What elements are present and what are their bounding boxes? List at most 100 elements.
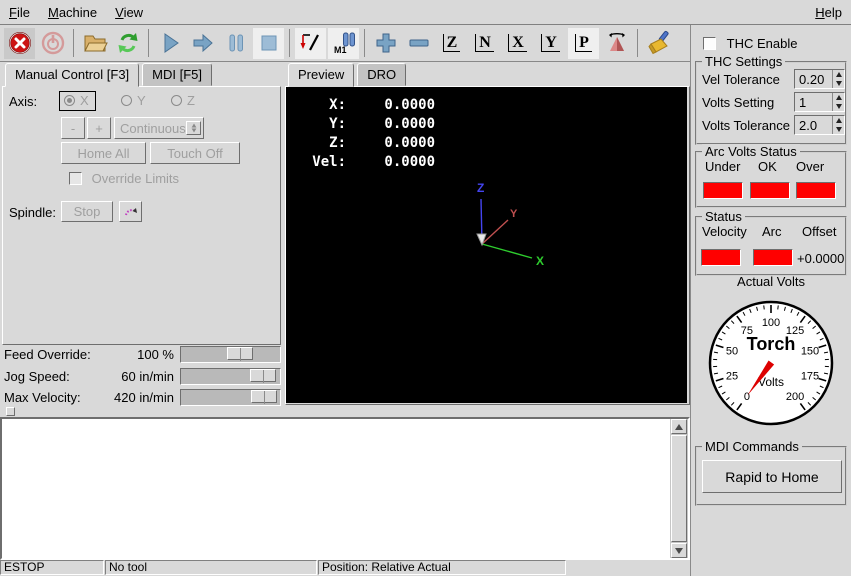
view-y-button[interactable]: Y [535, 28, 566, 59]
axis-radio-z[interactable]: Z [171, 93, 195, 108]
spindle-stop-button[interactable]: Stop [61, 201, 113, 222]
preview-canvas[interactable]: X:0.0000 Y:0.0000 Z:0.0000 Vel:0.0000 Z … [286, 87, 687, 403]
view-x-button[interactable]: X [502, 28, 533, 59]
mdi-commands-title: MDI Commands [702, 439, 802, 454]
max-velocity-slider[interactable] [180, 389, 281, 406]
scrollbar-up-button[interactable] [671, 419, 687, 434]
menu-file[interactable]: File [0, 2, 39, 23]
console-scrollbar[interactable] [670, 419, 688, 558]
toolbar-separator [73, 29, 74, 57]
pause-button[interactable] [220, 28, 251, 59]
step-button[interactable] [187, 28, 218, 59]
spinner-arrows-icon[interactable] [832, 116, 844, 134]
menu-machine[interactable]: Machine [39, 2, 106, 23]
touch-off-button[interactable]: Touch Off [150, 142, 240, 164]
status-title: Status [702, 209, 745, 224]
svg-text:75: 75 [741, 325, 753, 337]
rotate-view-button[interactable] [601, 28, 632, 59]
vel-tolerance-spinbox[interactable]: 0.20 [794, 69, 845, 89]
jog-plus-button[interactable]: + [87, 117, 111, 139]
view-z-icon: Z [443, 34, 461, 52]
jog-minus-button[interactable]: - [61, 117, 85, 139]
velocity-indicator [701, 249, 741, 266]
svg-text:100: 100 [762, 317, 780, 329]
block-delete-toggle[interactable] [295, 28, 326, 59]
spindle-brake-button[interactable] [119, 201, 142, 222]
toolbar-separator [364, 29, 365, 57]
open-file-button[interactable] [79, 28, 110, 59]
feed-override-slider[interactable] [180, 346, 281, 363]
max-velocity-row: Max Velocity: 420 in/min [0, 389, 283, 407]
jog-mode-select[interactable]: Continuous [114, 117, 204, 139]
scrollbar-down-button[interactable] [671, 543, 687, 558]
volts-setting-spinbox[interactable]: 1 [794, 92, 845, 112]
max-velocity-label: Max Velocity: [4, 390, 81, 405]
view-z-button[interactable]: Z [436, 28, 467, 59]
reload-file-button[interactable] [112, 28, 143, 59]
axis-radio-y[interactable]: Y [121, 93, 146, 108]
clear-plot-button[interactable] [643, 28, 674, 59]
tab-mdi[interactable]: MDI [F5] [142, 63, 212, 86]
ok-label: OK [758, 159, 777, 174]
scrollbar-thumb[interactable] [671, 435, 687, 542]
machine-power-button[interactable] [37, 28, 68, 59]
spinner-arrows-icon[interactable] [832, 70, 844, 88]
axis-label: Axis: [9, 94, 37, 109]
zoom-out-button[interactable] [403, 28, 434, 59]
ok-indicator [750, 182, 790, 199]
toolbar-separator [637, 29, 638, 57]
vel-tolerance-label: Vel Tolerance [702, 72, 780, 87]
view-z2-button[interactable]: N [469, 28, 500, 59]
reload-icon [115, 30, 141, 56]
run-icon [157, 30, 183, 56]
under-indicator [703, 182, 743, 199]
svg-text:200: 200 [786, 391, 804, 403]
rotate-view-icon [604, 30, 630, 56]
pane-sash-grip[interactable] [6, 407, 15, 416]
tab-preview[interactable]: Preview [288, 63, 354, 87]
rapid-to-home-button[interactable]: Rapid to Home [702, 460, 842, 493]
override-limits-indicator [69, 172, 82, 185]
preview-notebook: Preview DRO X:0.0000 Y:0.0000 Z:0.0000 V… [285, 63, 690, 405]
pause-icon [223, 30, 249, 56]
combobox-arrow-icon [186, 121, 201, 135]
zoom-in-button[interactable] [370, 28, 401, 59]
max-velocity-handle[interactable] [251, 390, 277, 403]
optional-stop-icon: M1 [331, 30, 357, 56]
jog-speed-handle[interactable] [250, 369, 276, 382]
optional-stop-toggle[interactable]: M1 [328, 28, 359, 59]
thc-enable-checkbox[interactable]: THC Enable [703, 36, 797, 51]
radio-z-indicator [171, 95, 182, 106]
jog-speed-slider[interactable] [180, 368, 281, 385]
console-text-area[interactable] [2, 419, 670, 558]
actual-volts-label: Actual Volts [691, 274, 851, 289]
offset-value: +0.0000 [797, 251, 844, 266]
max-velocity-value: 420 in/min [88, 390, 174, 405]
feed-override-value: 100 % [88, 347, 174, 362]
spindle-brake-icon [123, 204, 139, 220]
svg-text:150: 150 [801, 345, 819, 357]
stop-button[interactable] [253, 28, 284, 59]
tab-manual-control[interactable]: Manual Control [F3] [5, 63, 139, 87]
axis-radio-x[interactable]: X [59, 91, 96, 111]
volts-tolerance-spinbox[interactable]: 2.0 [794, 115, 845, 135]
toolbar-separator [289, 29, 290, 57]
view-perspective-button[interactable]: P [568, 28, 599, 59]
menu-view[interactable]: View [106, 2, 152, 23]
estop-button[interactable] [4, 28, 35, 59]
volts-setting-label: Volts Setting [702, 95, 774, 110]
override-limits-checkbox[interactable]: Override Limits [69, 171, 179, 186]
feed-override-row: Feed Override: 100 % [0, 346, 283, 364]
svg-text:Y: Y [510, 208, 518, 220]
run-program-button[interactable] [154, 28, 185, 59]
tab-dro[interactable]: DRO [357, 63, 406, 86]
view-x-icon: X [508, 34, 527, 52]
mdi-commands-group: MDI Commands Rapid to Home [695, 446, 847, 506]
feed-override-handle[interactable] [227, 347, 253, 360]
menu-help[interactable]: Help [806, 2, 851, 23]
spinner-arrows-icon[interactable] [832, 93, 844, 111]
svg-text:M1: M1 [334, 45, 347, 55]
feed-override-label: Feed Override: [4, 347, 91, 362]
estop-status-cell: ESTOP [0, 560, 104, 575]
home-all-button[interactable]: Home All [61, 142, 146, 164]
